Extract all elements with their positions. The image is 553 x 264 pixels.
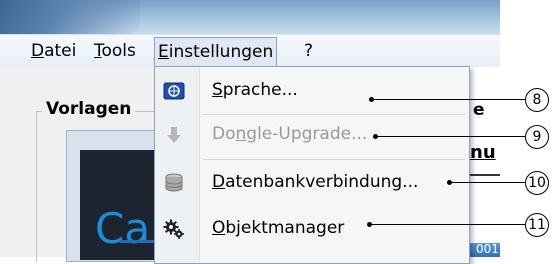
menu-datei[interactable]: Datei	[28, 37, 79, 65]
menuitem-sprache-label: Sprache...	[212, 80, 298, 100]
menu-einstellungen[interactable]: Einstellungen	[154, 37, 278, 67]
callout-number-8: 8	[525, 88, 549, 112]
vorlagen-label: Vorlagen	[42, 99, 136, 119]
menuitem-objektmanager[interactable]: Objektmanager	[155, 211, 469, 247]
dropdown-separator	[203, 114, 465, 115]
right-panel-rule	[470, 174, 500, 176]
callout-line-8	[371, 99, 526, 100]
menu-tools[interactable]: Tools	[91, 37, 139, 65]
callout-line-9	[375, 136, 526, 137]
dropdown-separator	[203, 159, 465, 160]
gears-icon	[163, 219, 185, 239]
database-icon	[163, 173, 185, 193]
menuitem-dongle-upgrade[interactable]: Dongle-Upgrade...	[155, 117, 469, 153]
menuitem-datenbankverbindung-label: Datenbankverbindung...	[212, 172, 419, 192]
menuitem-objektmanager-label: Objektmanager	[212, 218, 345, 238]
einstellungen-dropdown: Sprache... Dongle-Upgrade... Datenbankve…	[154, 66, 470, 264]
callout-line-11	[369, 224, 526, 225]
callout-number-11: 11	[525, 213, 549, 237]
callout-number-10: 10	[525, 171, 549, 195]
language-icon	[163, 81, 185, 101]
window-titlebar	[0, 0, 500, 34]
template-preview-text: Ca	[95, 204, 151, 253]
menu-bar: Datei Tools Einstellungen ?	[0, 34, 500, 68]
menu-help[interactable]: ?	[301, 37, 316, 65]
right-panel-heading-fragment: e	[473, 100, 485, 120]
right-panel-selected-row[interactable]: 001	[470, 242, 500, 257]
right-panel-title-fragment: nu	[470, 142, 496, 163]
callout-number-9: 9	[525, 125, 549, 149]
menuitem-datenbankverbindung[interactable]: Datenbankverbindung...	[155, 165, 469, 201]
menuitem-dongle-upgrade-label: Dongle-Upgrade...	[212, 124, 368, 144]
download-arrow-icon	[163, 125, 185, 145]
right-panel-row-text: 001	[476, 242, 499, 256]
menuitem-sprache[interactable]: Sprache...	[155, 73, 469, 109]
titlebar-decoration	[0, 0, 140, 34]
callout-line-10	[449, 182, 526, 183]
